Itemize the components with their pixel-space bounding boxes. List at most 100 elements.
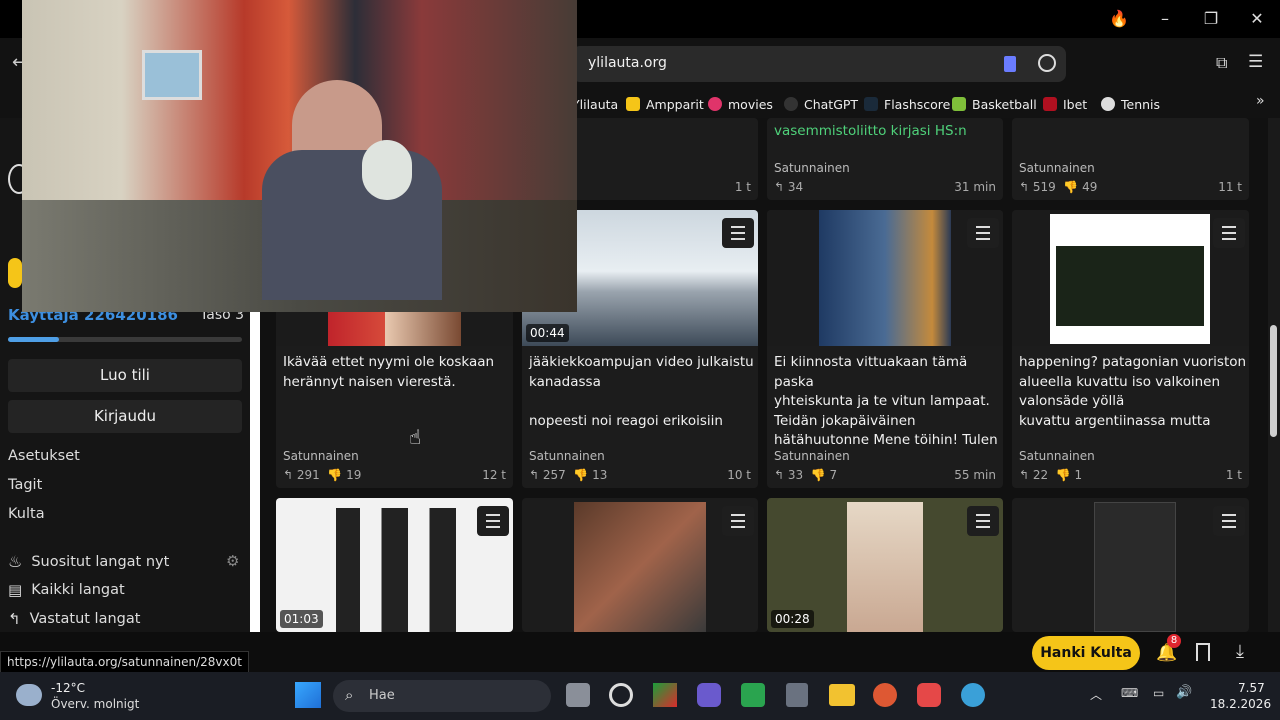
- thread-stats: ↰ 22 👎 1: [1019, 468, 1083, 482]
- thread-title[interactable]: jääkiekkoampujan video julkaistu kanadas…: [529, 353, 754, 431]
- thread-card[interactable]: [1012, 498, 1249, 632]
- gold-link[interactable]: Kulta: [8, 506, 45, 522]
- thread-time: 10 t: [727, 468, 751, 482]
- keyboard-icon[interactable]: ⌨: [1121, 686, 1138, 700]
- thread-menu-button[interactable]: [1213, 506, 1245, 536]
- thread-stats: ↰ 33 👎 7: [774, 468, 838, 482]
- app-icon-1[interactable]: [609, 683, 633, 707]
- reply-count: 257: [542, 468, 566, 482]
- calculator-icon[interactable]: [786, 683, 808, 707]
- volume-icon[interactable]: 🔊: [1176, 685, 1192, 700]
- video-duration: 00:44: [526, 324, 569, 342]
- bookmark-ampparit[interactable]: Ampparit: [626, 94, 704, 114]
- thread-card[interactable]: vasemmistoliitto kirjasi HS:n Satunnaine…: [767, 118, 1003, 200]
- bookmark-tennis[interactable]: Tennis: [1101, 94, 1160, 114]
- restore-button[interactable]: ❐: [1196, 6, 1226, 32]
- thread-time: 55 min: [954, 468, 996, 482]
- thread-menu-button[interactable]: [722, 506, 754, 536]
- thread-stats: ↰ 519 👎 49: [1019, 180, 1098, 194]
- thread-card[interactable]: Satunnainen ↰ 519 👎 49 11 t: [1012, 118, 1249, 200]
- bookmark-basketball[interactable]: Basketball: [952, 94, 1037, 114]
- thread-thumbnail[interactable]: [336, 508, 456, 632]
- video-duration: 00:28: [771, 610, 814, 628]
- clock-date[interactable]: 18.2.2026: [1210, 697, 1271, 711]
- nav-popular-threads[interactable]: ♨ Suositut langat nyt: [8, 552, 169, 571]
- app-icon-2[interactable]: [653, 683, 677, 707]
- browser-icon[interactable]: [873, 683, 897, 707]
- get-gold-button[interactable]: Hanki Kulta: [1032, 636, 1140, 670]
- taskview-icon[interactable]: [566, 683, 590, 707]
- menu-icon[interactable]: ☰: [1248, 52, 1263, 72]
- file-explorer-icon[interactable]: [829, 684, 855, 706]
- address-bar[interactable]: ylilauta.org: [572, 46, 1066, 82]
- thread-author: Satunnainen: [774, 449, 850, 463]
- bookmark-flashscore[interactable]: Flashscore: [864, 94, 950, 114]
- ai-chat-icon[interactable]: [1038, 54, 1056, 72]
- thread-thumbnail[interactable]: [1094, 502, 1176, 632]
- thread-menu-button[interactable]: [967, 506, 999, 536]
- thread-time: 11 t: [1218, 180, 1242, 194]
- thread-stats: ↰ 291 👎 19: [283, 468, 362, 482]
- url-text[interactable]: ylilauta.org: [588, 55, 667, 71]
- thread-card[interactable]: 01:03: [276, 498, 513, 632]
- close-button[interactable]: ✕: [1242, 6, 1272, 32]
- thread-thumbnail[interactable]: [847, 502, 923, 632]
- taskbar-search[interactable]: ⌕ Hae: [333, 680, 551, 712]
- reply-count: 291: [296, 468, 320, 482]
- thread-menu-button[interactable]: [477, 506, 509, 536]
- settings-link[interactable]: Asetukset: [8, 448, 80, 464]
- flame-icon[interactable]: 🔥: [1104, 6, 1134, 32]
- thread-card[interactable]: [522, 498, 758, 632]
- thread-card[interactable]: 00:28: [767, 498, 1003, 632]
- tags-link[interactable]: Tagit: [8, 477, 42, 493]
- bookmark-movies[interactable]: movies: [708, 94, 773, 114]
- login-button[interactable]: Kirjaudu: [8, 400, 242, 433]
- app-icon-3[interactable]: [697, 683, 721, 707]
- thread-card[interactable]: Ei kiinnosta vittuakaan tämä paska yhtei…: [767, 210, 1003, 488]
- ibet-icon: [1043, 97, 1057, 111]
- thread-time: 1 t: [1225, 468, 1242, 482]
- thread-title[interactable]: Ikävää ettet nyymi ole koskaan herännyt …: [283, 353, 494, 392]
- more-bookmarks-icon[interactable]: »: [1256, 93, 1265, 109]
- bookmark-ibet[interactable]: Ibet: [1043, 94, 1087, 114]
- like-count: 49: [1082, 180, 1098, 194]
- scrollbar-thumb[interactable]: [1270, 325, 1277, 437]
- app-icon-6[interactable]: [961, 683, 985, 707]
- chevron-up-icon[interactable]: ︿: [1090, 686, 1102, 703]
- bookmark-ylilauta[interactable]: Ylilauta: [572, 94, 618, 114]
- app-icon-5[interactable]: [917, 683, 941, 707]
- network-icon[interactable]: ▭: [1153, 686, 1164, 700]
- thread-title[interactable]: Ei kiinnosta vittuakaan tämä paska yhtei…: [774, 353, 1003, 451]
- app-icon-4[interactable]: [741, 683, 765, 707]
- thread-stats: ↰ 34: [774, 180, 804, 194]
- tennis-icon: [1101, 97, 1115, 111]
- download-icon[interactable]: ⤓: [1236, 641, 1244, 662]
- bookmark-icon[interactable]: [1004, 56, 1016, 72]
- flashscore-icon: [864, 97, 878, 111]
- thread-menu-button[interactable]: [1213, 218, 1245, 248]
- gear-icon[interactable]: ⚙: [226, 552, 239, 570]
- nav-replied-threads[interactable]: ↰ Vastatut langat: [8, 610, 140, 628]
- thread-thumbnail[interactable]: [574, 502, 706, 632]
- start-icon[interactable]: [295, 682, 321, 708]
- tabs-icon[interactable]: ⧉: [1216, 53, 1227, 73]
- thread-card[interactable]: happening? patagonian vuoriston alueella…: [1012, 210, 1249, 488]
- weather-description[interactable]: Överv. molnigt: [51, 697, 139, 711]
- thread-title[interactable]: vasemmistoliitto kirjasi HS:n: [774, 122, 967, 142]
- weather-temperature[interactable]: -12°C: [51, 681, 85, 695]
- thread-menu-button[interactable]: [967, 218, 999, 248]
- thread-title[interactable]: happening? patagonian vuoriston alueella…: [1019, 353, 1246, 431]
- nav-all-threads[interactable]: ▤ Kaikki langat: [8, 581, 125, 599]
- weather-icon: [16, 684, 42, 706]
- minimize-button[interactable]: –: [1150, 6, 1180, 32]
- clock-time[interactable]: 7.57: [1238, 681, 1265, 695]
- thread-time: 12 t: [482, 468, 506, 482]
- status-bar-url: https://ylilauta.org/satunnainen/28vx0t: [0, 651, 249, 673]
- bookmark-page-icon[interactable]: [1196, 643, 1210, 661]
- level-progress-fill: [8, 337, 60, 342]
- thread-author: Satunnainen: [283, 449, 359, 463]
- search-icon: ⌕: [345, 686, 354, 704]
- create-account-button[interactable]: Luo tili: [8, 359, 242, 392]
- thread-menu-button[interactable]: [722, 218, 754, 248]
- bookmark-chatgpt[interactable]: ChatGPT: [784, 94, 858, 114]
